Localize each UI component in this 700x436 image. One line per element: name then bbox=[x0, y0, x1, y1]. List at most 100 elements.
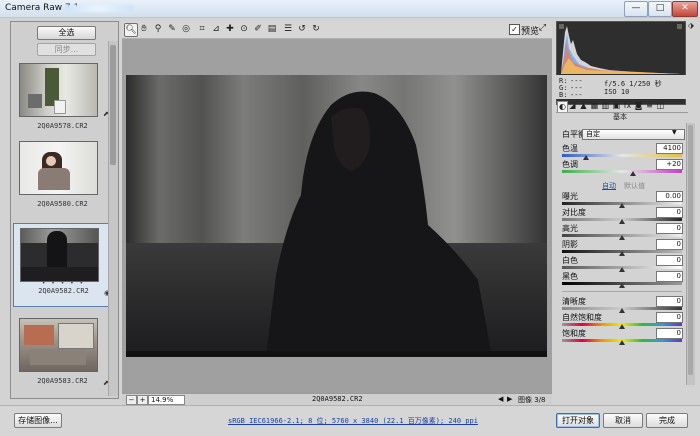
temperature-label: 色温 bbox=[562, 144, 578, 153]
tint-input[interactable]: +20 bbox=[656, 159, 683, 170]
done-button[interactable]: 完成 bbox=[646, 413, 688, 428]
thumbnail bbox=[19, 318, 98, 372]
readout-b-label: B: bbox=[559, 91, 568, 99]
clarity-slider-handle[interactable] bbox=[619, 308, 625, 313]
cancel-button[interactable]: 取消 bbox=[603, 413, 643, 428]
zoom-level-select[interactable]: 14.9% bbox=[148, 395, 185, 405]
highlights-slider-handle[interactable] bbox=[619, 235, 625, 240]
temperature-input[interactable]: 4100 bbox=[656, 143, 683, 154]
color-sampler-icon[interactable]: ✎ bbox=[166, 23, 178, 35]
default-link[interactable]: 默认值 bbox=[624, 181, 645, 191]
saturation-slider-handle[interactable] bbox=[619, 340, 625, 345]
filmstrip-item[interactable]: 2Q0A9583.CR2 ⬈ bbox=[13, 314, 112, 396]
target-adjust-icon[interactable]: ◎ bbox=[180, 23, 192, 35]
whites-slider-handle[interactable] bbox=[619, 267, 625, 272]
filmstrip-scroll-thumb[interactable] bbox=[110, 45, 116, 165]
exposure-input[interactable]: 0.00 bbox=[656, 191, 683, 202]
highlights-input[interactable]: 0 bbox=[656, 223, 683, 234]
image-counter: 图像 3/8 bbox=[518, 396, 546, 404]
prev-image-icon[interactable]: ◀ bbox=[498, 395, 503, 403]
whites-label: 白色 bbox=[562, 256, 578, 265]
white-balance-select[interactable]: 自定 bbox=[582, 129, 685, 140]
tab-lens-icon[interactable]: ▣ bbox=[612, 101, 621, 111]
tab-presets-icon[interactable]: ≡ bbox=[645, 101, 654, 111]
highlights-label: 高光 bbox=[562, 224, 578, 233]
photo-preview bbox=[126, 75, 547, 357]
next-image-icon[interactable]: ▶ bbox=[507, 395, 512, 403]
rating-stars[interactable]: • • • • • bbox=[14, 280, 113, 287]
open-object-button[interactable]: 打开对象 bbox=[556, 413, 600, 428]
workflow-options-link[interactable]: sRGB IEC61966-2.1; 8 位; 5760 x 3840 (22.… bbox=[228, 416, 478, 426]
spot-removal-icon[interactable]: ✚ bbox=[224, 23, 236, 35]
graduated-filter-icon[interactable]: ▤ bbox=[266, 23, 278, 35]
readout-b-value: --- bbox=[570, 91, 583, 99]
shadows-slider-handle[interactable] bbox=[619, 251, 625, 256]
panel-scrollbar[interactable] bbox=[686, 123, 695, 385]
tab-tone-curve-icon[interactable]: ◢ bbox=[568, 101, 577, 111]
close-button[interactable]: ✕ bbox=[672, 1, 698, 17]
image-canvas[interactable] bbox=[122, 39, 552, 393]
zoom-icon[interactable]: 🔍︎ bbox=[124, 23, 138, 37]
chevron-down-icon: ▼ bbox=[672, 129, 677, 136]
filmstrip-item-selected[interactable]: • • • • • 2Q0A9582.CR2 ◉ bbox=[13, 223, 114, 307]
exposure-slider-handle[interactable] bbox=[619, 203, 625, 208]
shadows-label: 阴影 bbox=[562, 240, 578, 249]
zoom-in-button[interactable]: + bbox=[137, 395, 148, 405]
tint-label: 色调 bbox=[562, 160, 578, 169]
tab-camera-calibration-icon[interactable]: ◙ bbox=[634, 101, 643, 111]
tint-slider[interactable] bbox=[562, 170, 682, 173]
temperature-slider[interactable] bbox=[562, 154, 682, 157]
minimize-button[interactable]: — bbox=[624, 1, 648, 17]
contrast-input[interactable]: 0 bbox=[656, 207, 683, 218]
thumbnail bbox=[19, 141, 98, 195]
filmstrip-item[interactable]: 2Q0A9580.CR2 bbox=[13, 137, 112, 219]
vibrance-label: 自然饱和度 bbox=[562, 313, 602, 322]
rotate-right-icon[interactable]: ↻ bbox=[310, 23, 322, 35]
rotate-left-icon[interactable]: ↺ bbox=[296, 23, 308, 35]
current-filename: 2Q0A9582.CR2 bbox=[312, 395, 363, 403]
tab-hsl-icon[interactable]: ▦ bbox=[590, 101, 599, 111]
filmstrip-scrollbar[interactable] bbox=[108, 41, 118, 396]
tab-split-toning-icon[interactable]: ▥ bbox=[601, 101, 610, 111]
workflow-options-icon[interactable]: ⬗ bbox=[686, 21, 696, 31]
crop-icon[interactable]: ⌗ bbox=[196, 23, 208, 35]
tint-slider-handle[interactable] bbox=[630, 171, 636, 176]
whites-input[interactable]: 0 bbox=[656, 255, 683, 266]
preview-checkbox[interactable]: ✓ bbox=[509, 24, 520, 35]
blacks-input[interactable]: 0 bbox=[656, 271, 683, 282]
rgb-readout: R: --- G: --- B: --- f/5.6 1/250 秒 ISO 1… bbox=[556, 75, 686, 99]
zoom-out-button[interactable]: − bbox=[126, 395, 137, 405]
tab-snapshots-icon[interactable]: ◫ bbox=[656, 101, 665, 111]
white-balance-icon[interactable]: ⚲ bbox=[152, 23, 164, 35]
straighten-icon[interactable]: ⊿ bbox=[210, 23, 222, 35]
auto-link[interactable]: 自动 bbox=[602, 181, 616, 191]
panel-scroll-thumb[interactable] bbox=[688, 125, 693, 375]
basic-panel: 白平衡: 自定 ▼ 色温 4100 色调 +20 自动 默认值 曝光 0.00 … bbox=[556, 123, 685, 408]
shadows-input[interactable]: 0 bbox=[656, 239, 683, 250]
save-image-button[interactable]: 存储图像... bbox=[14, 413, 62, 428]
hand-icon[interactable]: ✋︎ bbox=[138, 23, 150, 35]
filmstrip-item[interactable]: 2Q0A9578.CR2 ⬈ bbox=[13, 59, 112, 141]
clarity-input[interactable]: 0 bbox=[656, 296, 683, 307]
divider bbox=[562, 291, 682, 292]
vibrance-slider-handle[interactable] bbox=[619, 324, 625, 329]
thumbnail-label: 2Q0A9583.CR2 bbox=[37, 377, 88, 385]
saturation-input[interactable]: 0 bbox=[656, 328, 683, 339]
iso-info: ISO 10 bbox=[604, 88, 630, 96]
tab-effects-icon[interactable]: fx bbox=[623, 101, 632, 111]
tab-detail-icon[interactable]: ▲ bbox=[579, 101, 588, 111]
vibrance-input[interactable]: 0 bbox=[656, 312, 683, 323]
sync-button[interactable]: 同步... bbox=[37, 43, 96, 56]
thumbnail bbox=[19, 63, 98, 117]
fullscreen-icon[interactable]: ⤢ bbox=[536, 22, 549, 35]
select-all-button[interactable]: 全选 bbox=[37, 26, 96, 40]
preferences-icon[interactable]: ☰ bbox=[282, 23, 294, 35]
exposure-label: 曝光 bbox=[562, 192, 578, 201]
contrast-slider-handle[interactable] bbox=[619, 219, 625, 224]
blacks-slider-handle[interactable] bbox=[619, 283, 625, 288]
tab-basic-icon[interactable]: ◐ bbox=[557, 101, 568, 112]
temperature-slider-handle[interactable] bbox=[583, 155, 589, 160]
adjustment-brush-icon[interactable]: ✐ bbox=[252, 23, 264, 35]
maximize-button[interactable]: □ bbox=[648, 1, 672, 17]
red-eye-icon[interactable]: ⊙ bbox=[238, 23, 250, 35]
